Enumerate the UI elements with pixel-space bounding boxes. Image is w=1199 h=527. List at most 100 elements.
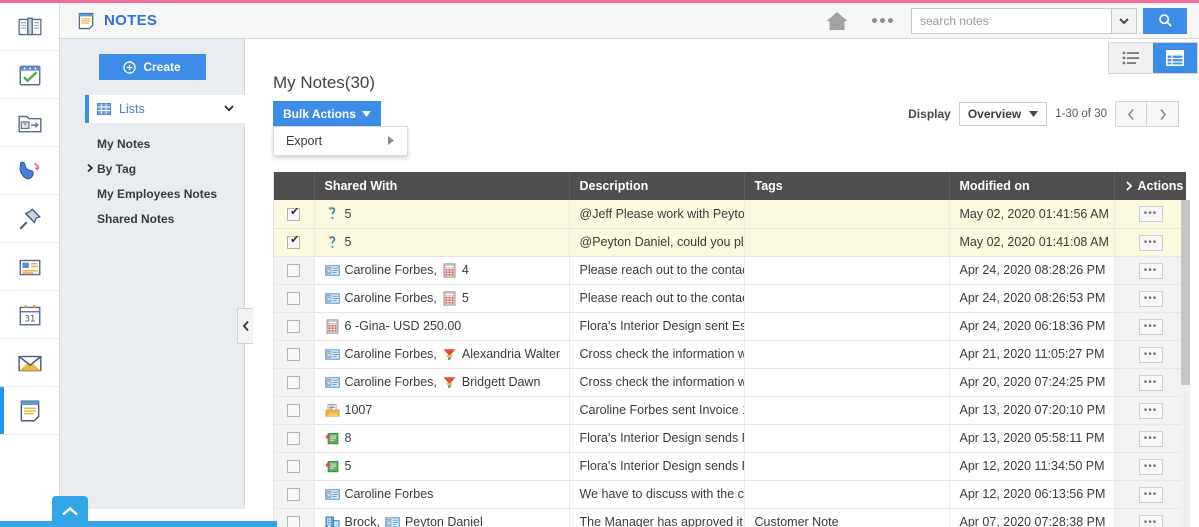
rail-item-mail[interactable] <box>0 339 59 387</box>
cell-shared-with[interactable]: Caroline Forbes, 4 <box>314 256 570 285</box>
table-row[interactable]: 5 @Jeff Please work with Peyton o... May 0… <box>274 200 1186 229</box>
cell-shared-with[interactable]: 5 <box>314 200 570 229</box>
table-row[interactable]: Caroline Forbes We have to discuss with t… <box>274 480 1186 509</box>
cell-shared-with[interactable]: Caroline Forbes, 5 <box>314 284 570 313</box>
panel-collapse-button[interactable] <box>237 308 253 344</box>
cell-actions[interactable]: ••• <box>1114 228 1186 257</box>
row-actions-button[interactable]: ••• <box>1138 430 1163 447</box>
table-row[interactable]: Caroline Forbes, Alexandria Walter Cross c… <box>274 340 1186 369</box>
row-checkbox[interactable] <box>287 348 301 362</box>
cell-shared-with[interactable]: 8 <box>314 424 570 453</box>
cell-shared-with[interactable]: 5 <box>314 228 570 257</box>
cell-tags[interactable] <box>744 256 950 285</box>
table-scrollbar[interactable] <box>1181 200 1190 527</box>
cell-actions[interactable]: ••• <box>1114 312 1186 341</box>
create-button[interactable]: Create <box>98 54 206 80</box>
rail-item-calendar[interactable]: 31 <box>0 291 59 339</box>
sidebar-item-my-notes[interactable]: My Notes <box>60 131 244 156</box>
row-checkbox[interactable] <box>287 205 301 221</box>
cell-tags[interactable] <box>744 312 950 341</box>
cell-description[interactable]: Please reach out to the contact. <box>569 256 745 285</box>
row-checkbox-cell[interactable] <box>274 340 315 369</box>
row-actions-button[interactable]: ••• <box>1138 318 1163 335</box>
cell-tags[interactable] <box>744 452 950 481</box>
row-checkbox[interactable] <box>287 516 301 527</box>
cell-shared-with[interactable]: 1007 <box>314 396 570 425</box>
column-header-actions[interactable]: Actions <box>1114 172 1186 200</box>
table-row[interactable]: 5 @Peyton Daniel, could you pleas... May 0… <box>274 228 1186 257</box>
cell-actions[interactable]: ••• <box>1114 396 1186 425</box>
row-checkbox-cell[interactable] <box>274 368 315 397</box>
cell-actions[interactable]: ••• <box>1114 200 1186 229</box>
cell-tags[interactable] <box>744 480 950 509</box>
cell-description[interactable]: Cross check the information with t... <box>569 368 745 397</box>
row-checkbox[interactable] <box>287 404 301 418</box>
row-checkbox-cell[interactable] <box>274 284 315 313</box>
row-actions-button[interactable]: ••• <box>1138 458 1163 475</box>
row-checkbox[interactable] <box>287 488 301 502</box>
cell-tags[interactable] <box>744 424 950 453</box>
sidebar-item-shared-notes[interactable]: Shared Notes <box>60 206 244 231</box>
cell-description[interactable]: Flora's Interior Design sends Purc... <box>569 452 745 481</box>
cell-actions[interactable]: ••• <box>1114 508 1186 527</box>
cell-tags[interactable] <box>744 284 950 313</box>
cell-actions[interactable]: ••• <box>1114 340 1186 369</box>
rail-item-tasks[interactable] <box>0 51 59 99</box>
cell-shared-with[interactable]: Caroline Forbes <box>314 480 570 509</box>
cell-description[interactable]: @Peyton Daniel, could you pleas... <box>569 228 745 257</box>
cell-actions[interactable]: ••• <box>1114 256 1186 285</box>
row-checkbox[interactable] <box>287 460 301 474</box>
sidebar-item-by-tag[interactable]: By Tag <box>60 156 244 181</box>
cell-tags[interactable] <box>744 200 950 229</box>
table-row[interactable]: 1007 Caroline Forbes sent Invoice 100... A… <box>274 396 1186 425</box>
cell-shared-with[interactable]: 6 -Gina- USD 250.00 <box>314 312 570 341</box>
cell-actions[interactable]: ••• <box>1114 368 1186 397</box>
sidebar-lists-toggle[interactable]: Lists <box>85 95 245 123</box>
table-row[interactable]: Brock, Peyton Daniel The Manager has appro… <box>274 508 1186 527</box>
row-checkbox[interactable] <box>287 432 301 446</box>
rail-item-books[interactable] <box>0 3 59 51</box>
row-actions-button[interactable]: ••• <box>1138 514 1163 527</box>
search-button[interactable] <box>1143 7 1187 34</box>
row-checkbox-cell[interactable] <box>274 396 315 425</box>
table-row[interactable]: Caroline Forbes, 5 Please reach out to the… <box>274 284 1186 313</box>
cell-actions[interactable]: ••• <box>1114 424 1186 453</box>
row-actions-button[interactable]: ••• <box>1138 234 1163 251</box>
grid-view-button[interactable] <box>1153 43 1197 73</box>
cell-description[interactable]: Flora's Interior Design sent Estim... <box>569 312 745 341</box>
row-checkbox-cell[interactable] <box>274 424 315 453</box>
row-checkbox[interactable] <box>287 233 301 250</box>
row-checkbox-cell[interactable] <box>274 256 315 285</box>
row-checkbox-cell[interactable] <box>274 508 315 527</box>
row-actions-button[interactable]: ••• <box>1138 486 1163 503</box>
cell-description[interactable]: Cross check the information with t... <box>569 340 745 369</box>
row-actions-button[interactable]: ••• <box>1138 402 1163 419</box>
cell-tags[interactable] <box>744 228 950 257</box>
row-checkbox-cell[interactable] <box>274 452 315 481</box>
rail-item-calls[interactable] <box>0 147 59 195</box>
column-header-shared-with[interactable]: Shared With <box>314 172 570 200</box>
chevron-down-icon[interactable] <box>1111 7 1137 34</box>
cell-tags[interactable] <box>744 368 950 397</box>
bulk-actions-button[interactable]: Bulk Actions <box>273 101 381 126</box>
table-row[interactable]: 6 -Gina- USD 250.00 Flora's Interior Desi… <box>274 312 1186 341</box>
column-header-checkbox[interactable] <box>274 172 315 200</box>
cell-description[interactable]: We have to discuss with the client... <box>569 480 745 509</box>
table-row[interactable]: 8 Flora's Interior Design sends Purc... Ap… <box>274 424 1186 453</box>
cell-actions[interactable]: ••• <box>1114 452 1186 481</box>
cell-description[interactable]: @Jeff Please work with Peyton o... <box>569 200 745 229</box>
home-icon[interactable] <box>824 9 850 33</box>
table-row[interactable]: 5 Flora's Interior Design sends Purc... Ap… <box>274 452 1186 481</box>
cell-shared-with[interactable]: Brock, Peyton Daniel <box>314 508 570 527</box>
more-dots-icon[interactable] <box>872 18 893 23</box>
scroll-to-top-button[interactable] <box>52 496 88 527</box>
row-actions-button[interactable]: ••• <box>1138 290 1163 307</box>
row-actions-button[interactable]: ••• <box>1138 374 1163 391</box>
list-view-button[interactable] <box>1109 43 1153 73</box>
cell-shared-with[interactable]: Caroline Forbes, Bridgett Dawn <box>314 368 570 397</box>
search-input[interactable] <box>911 7 1111 34</box>
cell-actions[interactable]: ••• <box>1114 480 1186 509</box>
cell-tags[interactable]: Customer Note <box>744 508 950 527</box>
row-checkbox[interactable] <box>287 292 301 306</box>
menu-item-export[interactable]: Export <box>274 127 407 155</box>
